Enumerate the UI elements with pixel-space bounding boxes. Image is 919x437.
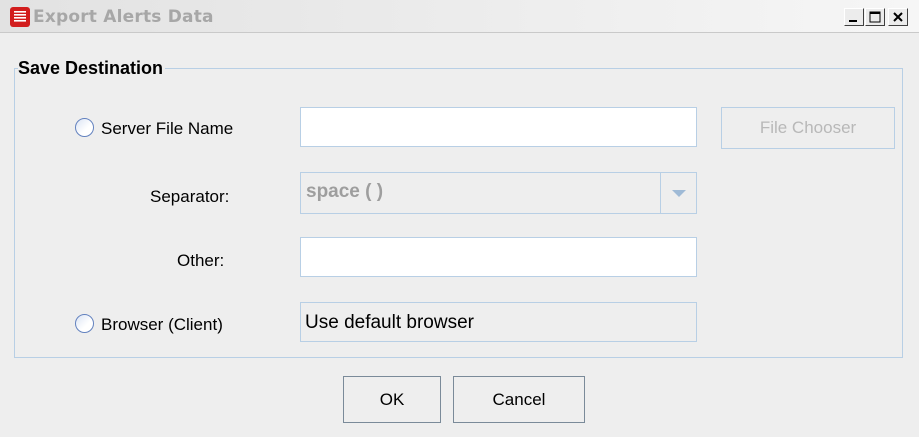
- minimize-button[interactable]: [844, 8, 864, 26]
- cancel-button[interactable]: Cancel: [453, 376, 585, 423]
- server-file-label: Server File Name: [101, 119, 234, 138]
- browser-field: Use default browser: [300, 302, 697, 342]
- server-file-radio[interactable]: [75, 118, 94, 137]
- app-logo-icon: [10, 7, 30, 27]
- close-button[interactable]: [888, 8, 908, 26]
- dropdown-arrow-button[interactable]: [660, 173, 696, 213]
- separator-select[interactable]: space ( ): [300, 172, 697, 214]
- browser-field-text: Use default browser: [305, 312, 474, 333]
- other-separator-input[interactable]: [300, 237, 697, 277]
- separator-selected-value: space ( ): [306, 181, 384, 202]
- file-chooser-button[interactable]: File Chooser: [721, 107, 895, 149]
- browser-client-radio[interactable]: [75, 314, 94, 333]
- maximize-button[interactable]: [865, 8, 885, 26]
- close-icon: [893, 12, 903, 22]
- minimize-icon: [849, 20, 857, 22]
- title-bar[interactable]: Export Alerts Data: [0, 0, 919, 33]
- separator-label: Separator:: [150, 187, 230, 206]
- server-file-input[interactable]: [300, 107, 697, 147]
- window-title: Export Alerts Data: [33, 7, 214, 27]
- chevron-down-icon: [672, 190, 686, 197]
- other-label: Other:: [177, 251, 225, 270]
- group-title: Save Destination: [18, 58, 166, 79]
- ok-button[interactable]: OK: [343, 376, 441, 423]
- browser-client-label: Browser (Client): [101, 315, 223, 334]
- maximize-icon: [869, 11, 881, 23]
